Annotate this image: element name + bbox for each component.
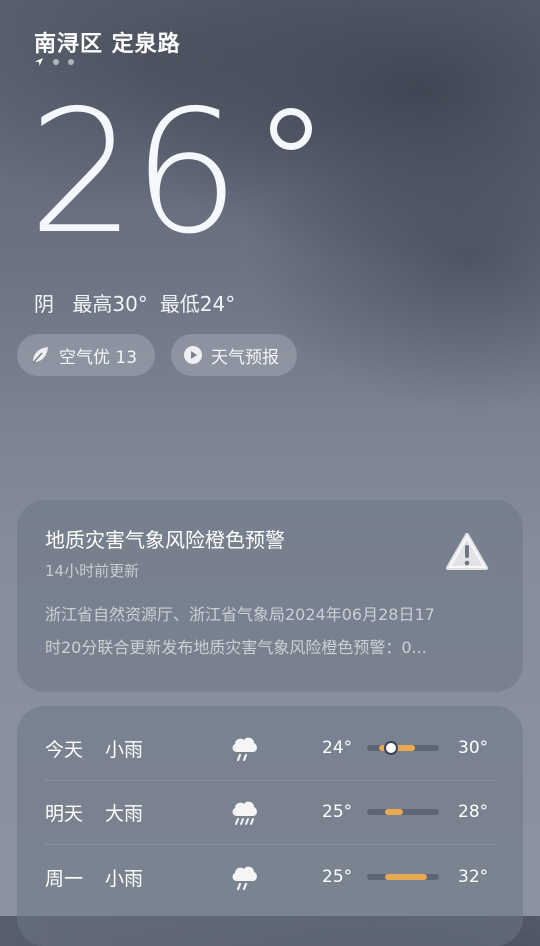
forecast-high: 30° — [458, 738, 489, 758]
forecast-row-tomorrow[interactable]: 明天 大雨 25° 28° — [17, 780, 523, 844]
alert-body-line: 时20分联合更新发布地质灾害气象风险橙色预警：0... — [45, 638, 427, 657]
high-temp: 最高30° — [72, 292, 148, 316]
light-rain-icon — [232, 866, 257, 891]
forecast-low: 25° — [322, 867, 353, 887]
forecast-low: 24° — [322, 738, 353, 758]
air-quality-pill[interactable]: 空气优 13 — [17, 334, 156, 376]
forecast-low: 25° — [322, 802, 353, 822]
warning-triangle-icon — [446, 533, 488, 570]
light-rain-icon — [232, 737, 257, 762]
play-icon — [184, 346, 202, 364]
temp-range-fill — [379, 745, 415, 751]
forecast-high: 28° — [458, 802, 489, 822]
weather-forecast-pill[interactable]: 天气预报 — [171, 334, 297, 376]
alert-updated-time: 14小时前更新 — [45, 562, 140, 580]
condition-text: 阴 — [34, 292, 54, 316]
location-arrow-icon — [35, 58, 43, 66]
forecast-day: 明天 — [45, 802, 84, 825]
alert-body-line: 浙江省自然资源厅、浙江省气象局2024年06月28日17 — [45, 605, 435, 624]
forecast-high: 32° — [458, 867, 489, 887]
forecast-row-today[interactable]: 今天 小雨 24° 30° — [17, 716, 523, 780]
alert-card[interactable]: 地质灾害气象风险橙色预警 14小时前更新 浙江省自然资源厅、浙江省气象局2024… — [17, 500, 523, 692]
forecast-desc: 小雨 — [105, 738, 144, 761]
forecast-row-monday[interactable]: 周一 小雨 25° 32° — [17, 845, 523, 909]
forecast-desc: 大雨 — [105, 802, 144, 825]
forecast-desc: 小雨 — [105, 867, 144, 890]
temp-range-bar — [367, 809, 439, 815]
location-title[interactable]: 南浔区 定泉路 — [34, 26, 181, 58]
heavy-rain-icon — [232, 801, 257, 825]
low-temp: 最低24° — [159, 292, 236, 316]
leaf-icon — [32, 347, 48, 364]
alert-title: 地质灾害气象风险橙色预警 — [45, 528, 285, 552]
weather-forecast-label: 天气预报 — [211, 347, 279, 368]
alert-body: 浙江省自然资源厅、浙江省气象局2024年06月28日17 时20分联合更新发布地… — [45, 598, 500, 664]
current-temp-marker — [386, 743, 396, 753]
air-quality-label: 空气优 13 — [59, 347, 138, 368]
page-indicator — [34, 57, 74, 67]
forecast-day: 今天 — [45, 738, 84, 761]
degree-symbol — [270, 108, 312, 150]
current-temperature: 26 — [28, 74, 240, 272]
daily-forecast-card: 今天 小雨 24° 30° 明天 大雨 25° 28° 周一 小雨 25° 32… — [17, 706, 523, 946]
temp-range-fill — [385, 874, 427, 880]
temp-range-bar — [367, 743, 439, 753]
temp-range-fill — [385, 809, 403, 815]
page-dot — [68, 59, 74, 65]
forecast-day: 周一 — [45, 867, 84, 890]
temp-range-bar — [367, 874, 439, 880]
page-dot — [53, 59, 59, 65]
condition-summary: 阴 最高30° 最低24° — [34, 288, 235, 317]
